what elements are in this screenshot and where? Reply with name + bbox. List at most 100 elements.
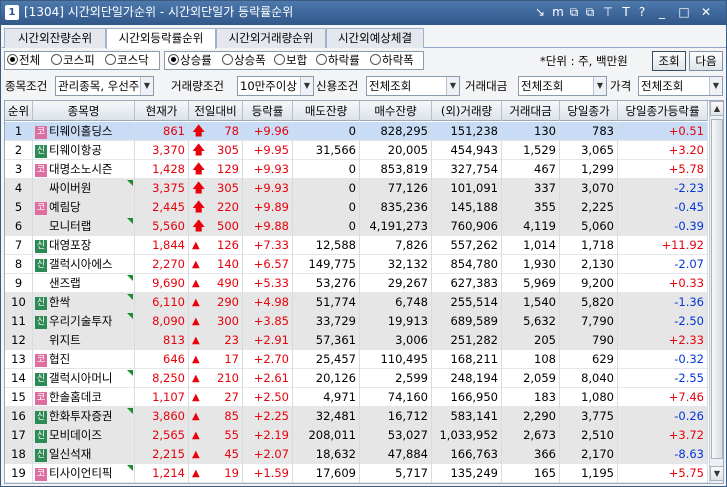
- table-row[interactable]: 20신쏠리드6,840▲90+1.3326,69532,097135,72392…: [5, 483, 708, 484]
- market-badge: 코: [35, 392, 47, 405]
- scroll-thumb[interactable]: [711, 119, 723, 459]
- cell-rate: +9.89: [243, 198, 293, 217]
- change-value: 27: [224, 390, 239, 404]
- minimize-icon[interactable]: _: [655, 5, 669, 20]
- table-row[interactable]: 3 코 대명소노시즌 1,428 🡅 129 +9.93 0 853,819 327,754 467…: [5, 160, 708, 179]
- table-row[interactable]: 8 신 갤럭시아에스 2,270 ▲ 140 +6.57 149,775 32,132 854,7…: [5, 255, 708, 274]
- table-row[interactable]: 10 신 한싹 6,110 ▲ 290 +4.98 51,774 6,748 255,514 1,5…: [5, 293, 708, 312]
- cell-vol: 135,723: [432, 483, 502, 484]
- market-badge: 코: [35, 164, 47, 177]
- table-row[interactable]: 7 신 대영포장 1,844 ▲ 126 +7.33 12,588 7,826 557,262 1,…: [5, 236, 708, 255]
- radio-sort-flat[interactable]: 보합: [274, 52, 307, 68]
- text-icon[interactable]: T: [619, 5, 633, 20]
- cell-amount: 1,014: [502, 236, 560, 255]
- cell-rate: +2.70: [243, 350, 293, 369]
- copy-icon[interactable]: ⧉: [583, 5, 597, 20]
- maximize-icon[interactable]: □: [677, 5, 691, 20]
- column-header-rank[interactable]: 순위: [5, 101, 33, 121]
- cell-rank: 1: [5, 122, 33, 141]
- credit-condition-select[interactable]: 전체조회 ▼: [366, 76, 460, 96]
- cell-rate: +9.93: [243, 160, 293, 179]
- radio-sort-fall-width[interactable]: 하락폭: [370, 52, 414, 68]
- column-header-close[interactable]: 당일종가: [560, 101, 618, 121]
- query-button[interactable]: 조회: [652, 51, 686, 71]
- cell-name: 위지트: [33, 331, 135, 350]
- cell-change: ▲ 45: [189, 445, 243, 464]
- cell-rate: +1.33: [243, 483, 293, 484]
- column-header-rate[interactable]: 등락률: [243, 101, 293, 121]
- price-condition-select[interactable]: 전체조회 ▼: [638, 76, 723, 96]
- table-row[interactable]: 16 신 한화투자증권 3,860 ▲ 85 +2.25 32,481 16,712 583,14…: [5, 407, 708, 426]
- cell-ask: 26,695: [293, 483, 360, 484]
- next-button[interactable]: 다음: [689, 51, 723, 71]
- table-row[interactable]: 9 샌즈랩 9,690 ▲ 490 +5.33 53,276 29,267 627,383 5,9…: [5, 274, 708, 293]
- amount-condition-select[interactable]: 전체조회 ▼: [518, 76, 607, 96]
- column-header-vol[interactable]: (외)거래량: [432, 101, 502, 121]
- cell-amount: 183: [502, 388, 560, 407]
- cell-rank: 20: [5, 483, 33, 484]
- cell-amount: 205: [502, 331, 560, 350]
- cell-name: 신 한화투자증권: [33, 407, 135, 426]
- title-bar[interactable]: 1 [1304] 시간외단일가순위 - 시간외단일가 등락률순위 ↘ m ⧉ ⧉ ⊤ T?…: [1, 1, 726, 25]
- tab-ah-remaining[interactable]: 시간외잔량순위: [4, 28, 106, 48]
- column-header-price[interactable]: 현재가: [135, 101, 189, 121]
- change-value: 78: [224, 124, 239, 138]
- column-header-name[interactable]: 종목명: [33, 101, 135, 121]
- vertical-scrollbar[interactable]: ▲ ▼: [709, 101, 723, 483]
- table-row[interactable]: 1 코 티웨이홀딩스 861 🡅 78 +9.96 0 828,295 151,238 130 783…: [5, 122, 708, 141]
- stock-name: 한화투자증권: [49, 409, 113, 423]
- table-row[interactable]: 6 모니터랩 5,560 🡅 500 +9.88 0 4,191,273 760,906 4,11…: [5, 217, 708, 236]
- tab-ah-expected[interactable]: 시간외예상체결: [326, 28, 424, 48]
- table-row[interactable]: 14 신 갤럭시아머니 8,250 ▲ 210 +2.61 20,126 2,599 248,19…: [5, 369, 708, 388]
- table-row[interactable]: 18 신 일신석재 2,215 ▲ 45 +2.07 18,632 47,884 166,763 3…: [5, 445, 708, 464]
- table-row[interactable]: 11 신 우리기술투자 8,090 ▲ 300 +3.85 33,729 19,913 689,5…: [5, 312, 708, 331]
- cell-rank: 16: [5, 407, 33, 426]
- stock-name: 싸이버원: [49, 181, 92, 195]
- change-value: 140: [217, 257, 239, 271]
- radio-sort-fall-rate[interactable]: 하락률: [316, 52, 360, 68]
- link-icon[interactable]: ↘: [533, 5, 547, 20]
- column-header-close-rate[interactable]: 당일종가등락률: [618, 101, 708, 121]
- column-header-bid[interactable]: 매수잔량: [360, 101, 432, 121]
- table-row[interactable]: 5 코 예림당 2,445 🡅 220 +9.89 0 835,236 145,188 355 2,2…: [5, 198, 708, 217]
- table-row[interactable]: 4 싸이버원 3,375 🡅 305 +9.93 0 77,126 101,091 337 3,07…: [5, 179, 708, 198]
- column-header-ask[interactable]: 매도잔량: [293, 101, 360, 121]
- tab-ah-change-rate[interactable]: 시간외등락률순위: [106, 28, 216, 49]
- corner-flag-icon: [127, 218, 133, 224]
- cell-name: 신 우리기술투자: [33, 312, 135, 331]
- table-row[interactable]: 19 코 티사이언티픽 1,214 ▲ 19 +1.59 17,609 5,717 135,249…: [5, 464, 708, 483]
- column-header-amount[interactable]: 거래대금: [502, 101, 560, 121]
- memo-icon[interactable]: m: [551, 5, 565, 20]
- table-row[interactable]: 12 위지트 813 ▲ 23 +2.91 57,361 3,006 251,282 205 790…: [5, 331, 708, 350]
- table-row[interactable]: 15 코 한솔홈데코 1,107 ▲ 27 +2.50 4,971 74,160 166,950 1…: [5, 388, 708, 407]
- cell-change: ▲ 23: [189, 331, 243, 350]
- pin-icon[interactable]: ⊤: [601, 5, 615, 20]
- table-row[interactable]: 13 코 협진 646 ▲ 17 +2.70 25,457 110,495 168,211 108 6…: [5, 350, 708, 369]
- volume-condition-select[interactable]: 10만주이상 ▼: [237, 76, 314, 96]
- table-row[interactable]: 2 신 티웨이항공 3,370 🡅 305 +9.95 31,566 20,005 454,943…: [5, 141, 708, 160]
- cell-change: ▲ 19: [189, 464, 243, 483]
- radio-market-all[interactable]: 전체: [7, 52, 40, 68]
- chevron-down-icon: ▼: [709, 77, 722, 95]
- radio-market-kosdaq[interactable]: 코스닥: [105, 52, 149, 68]
- help-icon[interactable]: ?: [635, 5, 649, 20]
- radio-sort-rise-rate[interactable]: 상승률: [168, 52, 212, 68]
- scroll-up-icon[interactable]: ▲: [710, 101, 723, 116]
- cell-ask: 20,126: [293, 369, 360, 388]
- close-icon[interactable]: ✕: [699, 5, 713, 20]
- scroll-down-icon[interactable]: ▼: [710, 466, 723, 481]
- table-row[interactable]: 17 신 모비데이즈 2,565 ▲ 55 +2.19 208,011 53,027 1,033,…: [5, 426, 708, 445]
- cell-rate: +2.25: [243, 407, 293, 426]
- radio-market-kospi[interactable]: 코스피: [51, 52, 95, 68]
- item-condition-select[interactable]: 관리종목, 우선주 ▼: [55, 76, 154, 96]
- cell-name: 모니터랩: [33, 217, 135, 236]
- column-header-change[interactable]: 전일대비: [189, 101, 243, 121]
- cell-close-rate: -0.45: [618, 198, 708, 217]
- restore-icon[interactable]: ⧉: [567, 5, 581, 20]
- radio-sort-rise-width[interactable]: 상승폭: [222, 52, 266, 68]
- cell-close: 2,510: [560, 426, 618, 445]
- cell-ask: 0: [293, 122, 360, 141]
- tab-ah-volume[interactable]: 시간외거래량순위: [216, 28, 326, 48]
- cell-rate: +9.88: [243, 217, 293, 236]
- cell-price: 5,560: [135, 217, 189, 236]
